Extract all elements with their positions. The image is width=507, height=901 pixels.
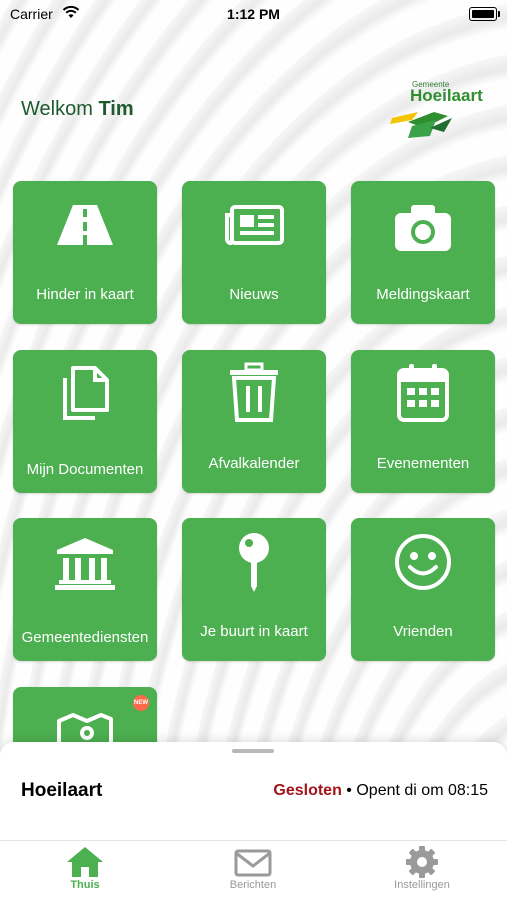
tile-vrienden[interactable]: Vrienden — [351, 518, 495, 661]
logo-mark-icon — [390, 112, 452, 138]
calendar-icon — [397, 364, 449, 422]
user-name: Tim — [98, 98, 134, 120]
tile-label: Gemeentediensten — [21, 629, 149, 646]
mail-icon — [234, 849, 272, 877]
tile-label: Hinder in kaart — [36, 286, 134, 303]
status-bar: Carrier 1:12 PM — [0, 0, 507, 30]
home-icon — [67, 847, 103, 877]
place-name: Hoeilaart — [21, 780, 103, 801]
road-icon — [57, 205, 113, 245]
tile-label: Je buurt in kaart — [200, 623, 308, 640]
municipality-logo: Gemeente Hoeilaart — [390, 80, 490, 140]
new-badge-icon: NEW — [133, 695, 149, 711]
trash-icon — [230, 362, 278, 422]
closed-label: Gesloten — [273, 782, 342, 799]
separator: • — [346, 782, 352, 799]
clock: 1:12 PM — [227, 6, 280, 22]
tile-label: Afvalkalender — [208, 455, 300, 472]
welcome-text: Welkom Tim — [21, 98, 134, 121]
gear-icon — [406, 846, 438, 878]
tile-evenementen[interactable]: Evenementen — [351, 350, 495, 493]
tab-bar: Thuis Berichten Instellingen — [0, 840, 507, 901]
documents-icon — [63, 366, 109, 420]
pin-icon — [239, 533, 269, 592]
tile-gemeentediensten[interactable]: Gemeentediensten — [13, 518, 157, 661]
tile-afvalkalender[interactable]: Afvalkalender — [182, 350, 326, 493]
tab-label: Thuis — [70, 879, 100, 891]
tile-mijn-documenten[interactable]: Mijn Documenten — [13, 350, 157, 493]
tile-label: Evenementen — [376, 455, 470, 472]
tile-label: Mijn Documenten — [26, 461, 144, 478]
opening-status: Gesloten • Opent di om 08:15 — [273, 782, 488, 800]
tile-label: Vrienden — [393, 623, 453, 640]
welcome-prefix: Welkom — [21, 98, 93, 120]
tab-label: Instellingen — [394, 879, 450, 891]
tile-label: Nieuws — [229, 286, 279, 303]
tile-hinder-in-kaart[interactable]: Hinder in kaart — [13, 181, 157, 324]
camera-icon — [395, 205, 451, 251]
tab-label: Berichten — [229, 879, 277, 891]
tile-nieuws[interactable]: Nieuws — [182, 181, 326, 324]
tab-instellingen[interactable]: Instellingen — [362, 845, 482, 891]
logo-big-text: Hoeilaart — [410, 86, 483, 105]
tab-thuis[interactable]: Thuis — [25, 845, 145, 891]
tile-je-buurt-in-kaart[interactable]: Je buurt in kaart — [182, 518, 326, 661]
smiley-icon — [395, 534, 451, 590]
opens-label: Opent di om 08:15 — [356, 782, 488, 799]
building-icon — [55, 538, 115, 590]
tile-label: Meldingskaart — [376, 286, 470, 303]
newspaper-icon — [225, 205, 284, 246]
tile-meldingskaart[interactable]: Meldingskaart — [351, 181, 495, 324]
sheet-grabber[interactable] — [232, 749, 274, 753]
tab-berichten[interactable]: Berichten — [193, 845, 313, 891]
battery-icon — [469, 7, 500, 21]
